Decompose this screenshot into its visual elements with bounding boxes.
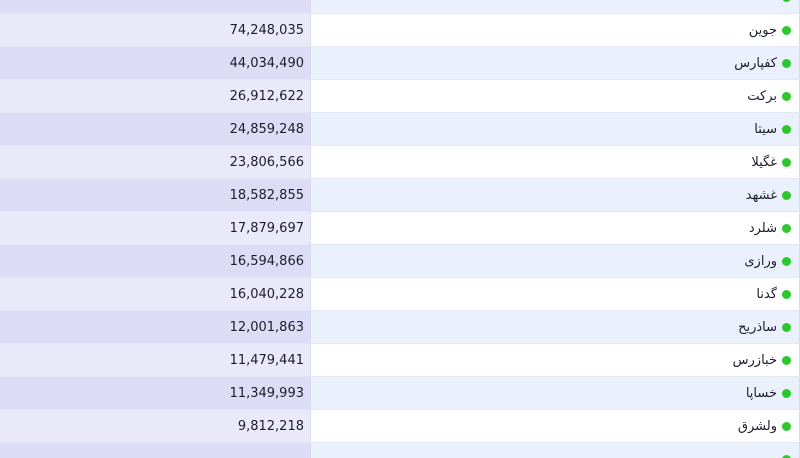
value-cell: 44,034,490 [0, 47, 311, 79]
table-row[interactable]: 17,879,697 شلرد [0, 212, 800, 245]
table-row[interactable] [0, 443, 800, 458]
symbol-name[interactable]: کفپارس [734, 56, 777, 71]
value-cell [0, 443, 311, 458]
symbol-name[interactable]: غگیلا [751, 155, 777, 170]
table-row[interactable]: 23,806,566 غگیلا [0, 146, 800, 179]
value-cell: 9,812,218 [0, 410, 311, 442]
status-dot-icon [782, 421, 791, 431]
symbol-name[interactable]: ورازی [744, 254, 777, 269]
symbol-name[interactable]: ولشرق [738, 419, 777, 434]
table-row[interactable]: 9,812,218 ولشرق [0, 410, 800, 443]
name-cell[interactable]: جوین [311, 14, 800, 46]
name-cell[interactable]: گدنا [311, 278, 800, 310]
table-row[interactable]: 24,859,248 سیتا [0, 113, 800, 146]
symbol-name[interactable]: ساذریح [738, 320, 777, 335]
status-dot-icon [782, 124, 791, 134]
value-cell: 11,479,441 [0, 344, 311, 376]
table-row[interactable]: 18,582,855 غشهد [0, 179, 800, 212]
status-dot-icon [782, 190, 791, 200]
value-cell: 23,806,566 [0, 146, 311, 178]
table-row[interactable]: 74,248,035 جوین [0, 14, 800, 47]
status-dot-icon [782, 157, 791, 167]
symbol-name[interactable]: غشهد [746, 188, 777, 203]
status-dot-icon [782, 0, 791, 2]
value-cell: 11,349,993 [0, 377, 311, 409]
name-cell[interactable]: خساپا [311, 377, 800, 409]
symbol-name[interactable]: برکت [747, 89, 777, 104]
table-row[interactable]: 26,912,622 برکت [0, 80, 800, 113]
status-dot-icon [782, 58, 791, 68]
status-dot-icon [782, 388, 791, 398]
table-row[interactable]: 11,479,441 خبازرس [0, 344, 800, 377]
value-cell: 74,248,035 [0, 14, 311, 46]
name-cell[interactable]: کفپارس [311, 47, 800, 79]
status-dot-icon [782, 256, 791, 266]
value-cell [0, 0, 311, 13]
status-dot-icon [782, 355, 791, 365]
name-cell[interactable]: شلرد [311, 212, 800, 244]
status-dot-icon [782, 223, 791, 233]
value-cell: 17,879,697 [0, 212, 311, 244]
status-dot-icon [782, 91, 791, 101]
name-cell[interactable]: برکت [311, 80, 800, 112]
name-cell[interactable] [311, 0, 800, 13]
status-dot-icon [782, 322, 791, 332]
name-cell[interactable]: غشهد [311, 179, 800, 211]
name-cell[interactable] [311, 443, 800, 458]
value-cell: 12,001,863 [0, 311, 311, 343]
symbol-name[interactable]: خبازرس [733, 353, 777, 368]
table-row[interactable]: 44,034,490 کفپارس [0, 47, 800, 80]
symbol-name[interactable]: سیتا [754, 122, 777, 137]
table-row[interactable]: 11,349,993 خساپا [0, 377, 800, 410]
value-cell: 16,040,228 [0, 278, 311, 310]
value-cell: 26,912,622 [0, 80, 311, 112]
table-row[interactable] [0, 0, 800, 14]
symbol-name[interactable]: جوین [749, 23, 777, 38]
name-cell[interactable]: ولشرق [311, 410, 800, 442]
status-dot-icon [782, 289, 791, 299]
symbol-name[interactable]: شلرد [749, 221, 777, 236]
value-cell: 24,859,248 [0, 113, 311, 145]
name-cell[interactable]: غگیلا [311, 146, 800, 178]
name-cell[interactable]: خبازرس [311, 344, 800, 376]
name-cell[interactable]: سیتا [311, 113, 800, 145]
status-dot-icon [782, 25, 791, 35]
table-body: 74,248,035 جوین 44,034,490 کفپارس 26,912… [0, 0, 800, 458]
stock-table: 74,248,035 جوین 44,034,490 کفپارس 26,912… [0, 0, 800, 458]
table-row[interactable]: 16,040,228 گدنا [0, 278, 800, 311]
name-cell[interactable]: ساذریح [311, 311, 800, 343]
status-dot-icon [782, 454, 791, 458]
name-cell[interactable]: ورازی [311, 245, 800, 277]
symbol-name[interactable]: گدنا [756, 287, 777, 302]
value-cell: 18,582,855 [0, 179, 311, 211]
value-cell: 16,594,866 [0, 245, 311, 277]
table-row[interactable]: 16,594,866 ورازی [0, 245, 800, 278]
symbol-name[interactable]: خساپا [746, 386, 777, 401]
table-row[interactable]: 12,001,863 ساذریح [0, 311, 800, 344]
